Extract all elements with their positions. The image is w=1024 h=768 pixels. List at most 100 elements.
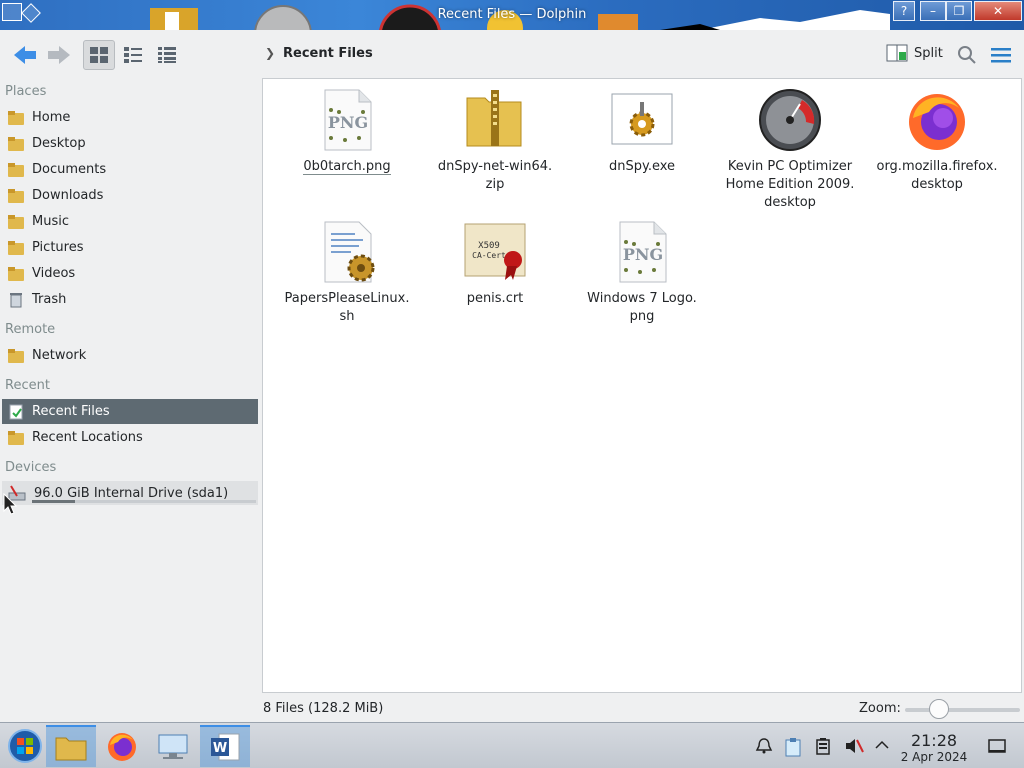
battery-icon[interactable] — [815, 737, 831, 759]
maximize-button[interactable]: ❐ — [946, 1, 972, 21]
speedometer-icon — [758, 88, 822, 152]
file-item-firefox-desktop[interactable]: org.mozilla.firefox. desktop — [867, 88, 1007, 194]
documents-folder-icon — [8, 162, 24, 178]
sidebar-item-desktop[interactable]: Desktop — [2, 131, 258, 156]
downloads-folder-icon — [8, 188, 24, 204]
videos-folder-icon — [8, 266, 24, 282]
music-folder-icon — [8, 214, 24, 230]
clock[interactable]: 21:28 2 Apr 2024 — [896, 731, 972, 765]
shell-script-icon — [315, 220, 379, 284]
file-name: 0b0tarch.png — [303, 159, 391, 175]
file-item-windows7-logo[interactable]: PNG Windows 7 Logo. png — [572, 220, 712, 326]
split-view-icon — [886, 44, 908, 62]
compact-view-icon — [124, 47, 142, 63]
file-name: Kevin PC Optimizer Home Edition 2009. desk… — [725, 159, 855, 210]
status-summary: 8 Files (128.2 MiB) — [263, 701, 384, 716]
trash-icon — [10, 292, 22, 307]
certificate-icon: X509 CA-Cert — [463, 220, 527, 284]
menu-button[interactable] — [988, 40, 1014, 70]
sidebar-item-recent-locations[interactable]: Recent Locations — [2, 425, 258, 450]
file-name: PapersPleaseLinux. sh — [284, 291, 410, 324]
section-devices: Devices — [5, 460, 57, 475]
taskbar-system-monitor[interactable] — [148, 725, 198, 767]
arrow-right-icon — [48, 46, 70, 64]
firefox-icon — [905, 88, 969, 152]
breadcrumb[interactable]: Recent Files — [283, 46, 373, 61]
home-folder-icon — [8, 110, 24, 126]
sidebar-item-recent-files[interactable]: Recent Files — [2, 399, 258, 424]
zoom-slider-handle[interactable] — [929, 699, 949, 719]
notifications-icon[interactable] — [755, 737, 773, 759]
title-bar[interactable]: Recent Files — Dolphin ? – ❐ ✕ — [0, 0, 1024, 30]
icons-view-button[interactable] — [83, 40, 115, 70]
section-places: Places — [5, 84, 47, 99]
hamburger-menu-icon — [991, 48, 1011, 63]
file-name: dnSpy.exe — [608, 159, 676, 174]
file-item-0b0tarch[interactable]: PNG 0b0tarch.png — [277, 88, 417, 176]
file-item-dnspy-zip[interactable]: dnSpy-net-win64. zip — [425, 88, 565, 194]
sidebar-item-trash[interactable]: Trash — [2, 287, 258, 312]
file-item-dnspy-exe[interactable]: dnSpy.exe — [572, 88, 712, 176]
system-monitor-icon — [158, 734, 188, 759]
sidebar-item-videos[interactable]: Videos — [2, 261, 258, 286]
file-name: Windows 7 Logo. png — [587, 291, 697, 324]
search-icon — [958, 46, 976, 64]
file-name: org.mozilla.firefox. desktop — [876, 159, 998, 192]
exe-gear-icon — [610, 88, 674, 152]
file-item-kevin-pc-optimizer[interactable]: Kevin PC Optimizer Home Edition 2009. desk… — [720, 88, 860, 212]
clock-date: 2 Apr 2024 — [900, 750, 968, 764]
chevron-right-icon: ❯ — [265, 46, 276, 60]
svg-text:X509: X509 — [478, 241, 500, 251]
search-button[interactable] — [955, 40, 979, 70]
png-image-icon: PNG — [315, 88, 379, 152]
svg-text:PNG: PNG — [623, 245, 663, 264]
sidebar-item-music[interactable]: Music — [2, 209, 258, 234]
split-button[interactable]: Split — [886, 43, 943, 63]
desktop-folder-icon — [8, 136, 24, 152]
taskbar-word[interactable]: W — [200, 725, 250, 767]
sidebar-item-documents[interactable]: Documents — [2, 157, 258, 182]
file-name: penis.crt — [466, 291, 524, 306]
minimize-button[interactable]: – — [920, 1, 946, 21]
drive-capacity-bar — [32, 500, 256, 503]
forward-button[interactable] — [44, 40, 74, 70]
muted-speaker-icon[interactable] — [844, 737, 864, 759]
zoom-slider-track[interactable] — [905, 708, 1020, 712]
zoom-label: Zoom: — [859, 701, 901, 716]
drive-capacity-fill — [32, 500, 75, 503]
file-name: dnSpy-net-win64. zip — [437, 159, 553, 192]
sidebar-item-home[interactable]: Home — [2, 105, 258, 130]
recent-locations-icon — [8, 430, 24, 446]
file-manager-icon — [55, 737, 87, 761]
arrow-left-icon — [14, 46, 36, 64]
file-item-crt[interactable]: X509 CA-Cert penis.crt — [425, 220, 565, 308]
section-recent: Recent — [5, 378, 50, 393]
mouse-cursor-icon — [3, 493, 17, 515]
back-button[interactable] — [10, 40, 40, 70]
split-label: Split — [914, 45, 943, 61]
svg-text:PNG: PNG — [328, 113, 368, 132]
png-image-icon: PNG — [610, 220, 674, 284]
start-button[interactable] — [0, 725, 50, 767]
icons-view-icon — [90, 47, 108, 63]
details-view-button[interactable] — [151, 40, 183, 70]
svg-text:CA-Cert: CA-Cert — [472, 251, 506, 260]
start-orb-icon — [8, 729, 42, 763]
word-icon: W — [211, 733, 240, 761]
compact-view-button[interactable] — [117, 40, 149, 70]
clipboard-icon[interactable] — [784, 737, 802, 761]
help-button[interactable]: ? — [893, 1, 915, 21]
sidebar-item-pictures[interactable]: Pictures — [2, 235, 258, 260]
clock-time: 21:28 — [910, 731, 958, 750]
taskbar-dolphin[interactable] — [46, 725, 96, 767]
taskbar: W 21:28 2 Apr 2024 — [0, 722, 1024, 768]
sidebar-item-downloads[interactable]: Downloads — [2, 183, 258, 208]
chevron-up-icon[interactable] — [874, 737, 890, 757]
svg-text:W: W — [213, 741, 227, 756]
taskbar-firefox[interactable] — [97, 725, 147, 767]
show-desktop-icon[interactable] — [988, 737, 1006, 759]
close-button[interactable]: ✕ — [974, 1, 1022, 21]
file-item-paperspleaselinux[interactable]: PapersPleaseLinux. sh — [277, 220, 417, 326]
zip-folder-icon — [463, 88, 527, 152]
sidebar-item-network[interactable]: Network — [2, 343, 258, 368]
